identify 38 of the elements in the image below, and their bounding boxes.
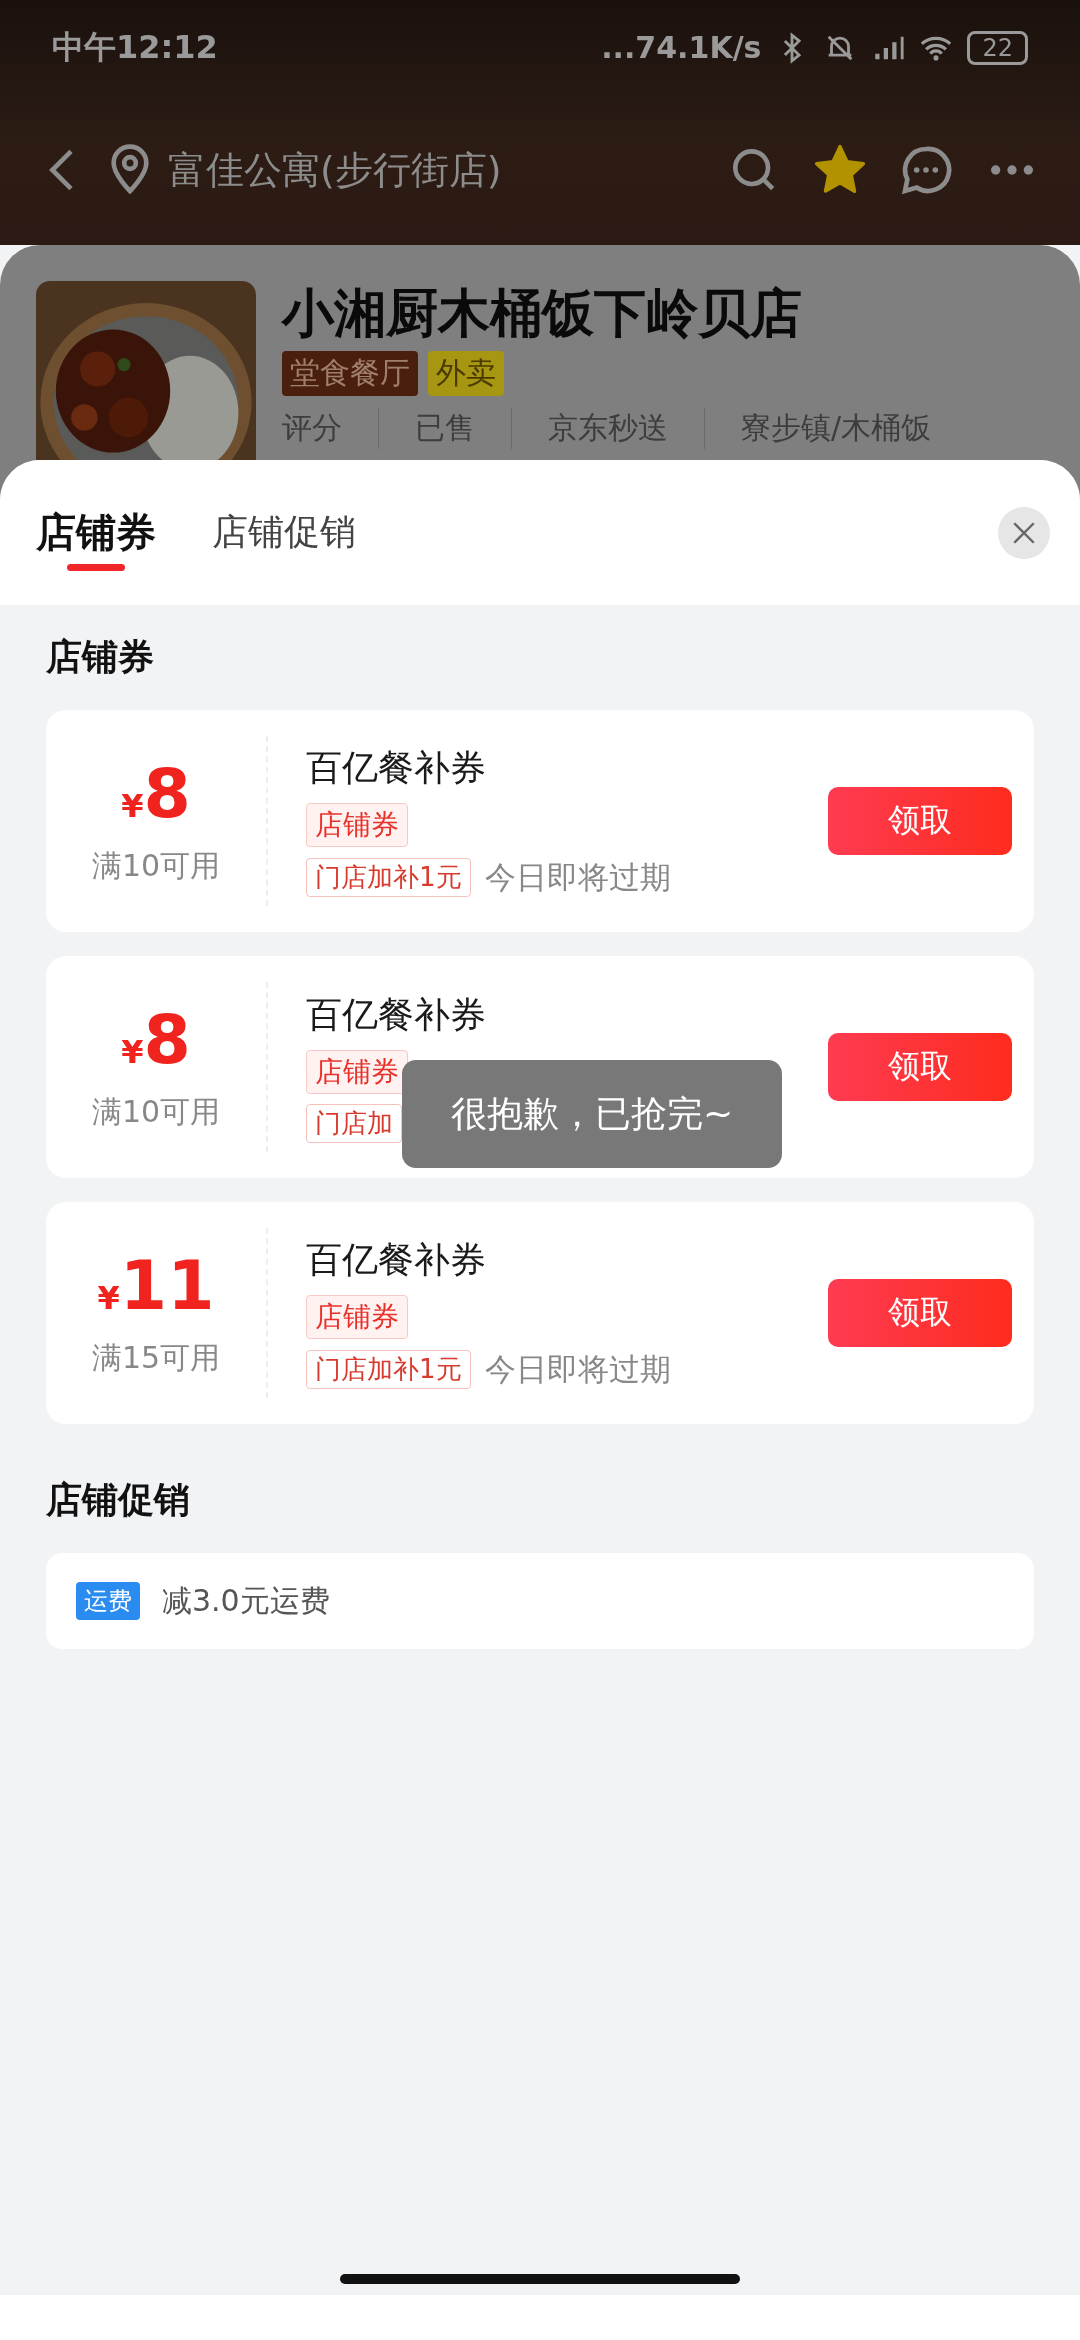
coupon-amount: ¥8 <box>121 755 191 832</box>
coupon-name: 百亿餐补券 <box>306 745 486 790</box>
expiry-text: 今日即将过期 <box>484 1349 671 1389</box>
coupon-condition: 满15可用 <box>91 1338 221 1377</box>
bonus-tag: 门店加补1元 <box>306 858 471 897</box>
store-stat: 已售 <box>378 408 511 449</box>
toast-message: 很抱歉，已抢完~ <box>402 1060 782 1168</box>
battery-level: 22 <box>967 30 1028 65</box>
coupon-amount: ¥8 <box>121 1001 191 1078</box>
claim-button[interactable]: 领取 <box>828 1033 1012 1101</box>
claim-button[interactable]: 领取 <box>828 1279 1012 1347</box>
coupon-amount: ¥11 <box>97 1247 215 1324</box>
claim-button[interactable]: 领取 <box>828 787 1012 855</box>
promotion-tag: 运费 <box>76 1582 140 1620</box>
tab[interactable]: 店铺券 <box>36 490 156 575</box>
store-stat: 评分 <box>282 409 343 447</box>
store-stat: 京东秒送 <box>511 408 704 449</box>
status-time: 中午12:12 <box>52 26 219 68</box>
store-stat: 寮步镇/木桶饭 <box>704 408 968 449</box>
section-title: 店铺券 <box>46 635 155 679</box>
section-title: 店铺促销 <box>46 1478 191 1522</box>
close-button[interactable] <box>998 506 1050 559</box>
coupon-name: 百亿餐补券 <box>306 993 486 1037</box>
store-name: 小湘厨木桶饭下岭贝店 <box>282 282 803 345</box>
bonus-tag: 门店加补1元 <box>306 1350 471 1389</box>
promotion-text: 减3.0元运费 <box>162 1581 330 1620</box>
store-tag: 堂食餐厅 <box>282 351 418 396</box>
coupon-type-tag: 店铺券 <box>306 1050 408 1094</box>
coupon-type-tag: 店铺券 <box>306 802 408 847</box>
coupon-type-tag: 店铺券 <box>306 1294 408 1339</box>
tab[interactable]: 店铺促销 <box>212 490 356 575</box>
location-label[interactable]: 富佳公寓(步行街店) <box>168 144 716 196</box>
expiry-text: 今日即将过期 <box>484 857 671 897</box>
store-tag: 外卖 <box>428 351 504 396</box>
network-speed: ...74.1K/s <box>601 30 762 65</box>
coupon-condition: 满10可用 <box>91 846 221 885</box>
coupon-condition: 满10可用 <box>91 1092 221 1131</box>
coupon-name: 百亿餐补券 <box>306 1237 486 1282</box>
